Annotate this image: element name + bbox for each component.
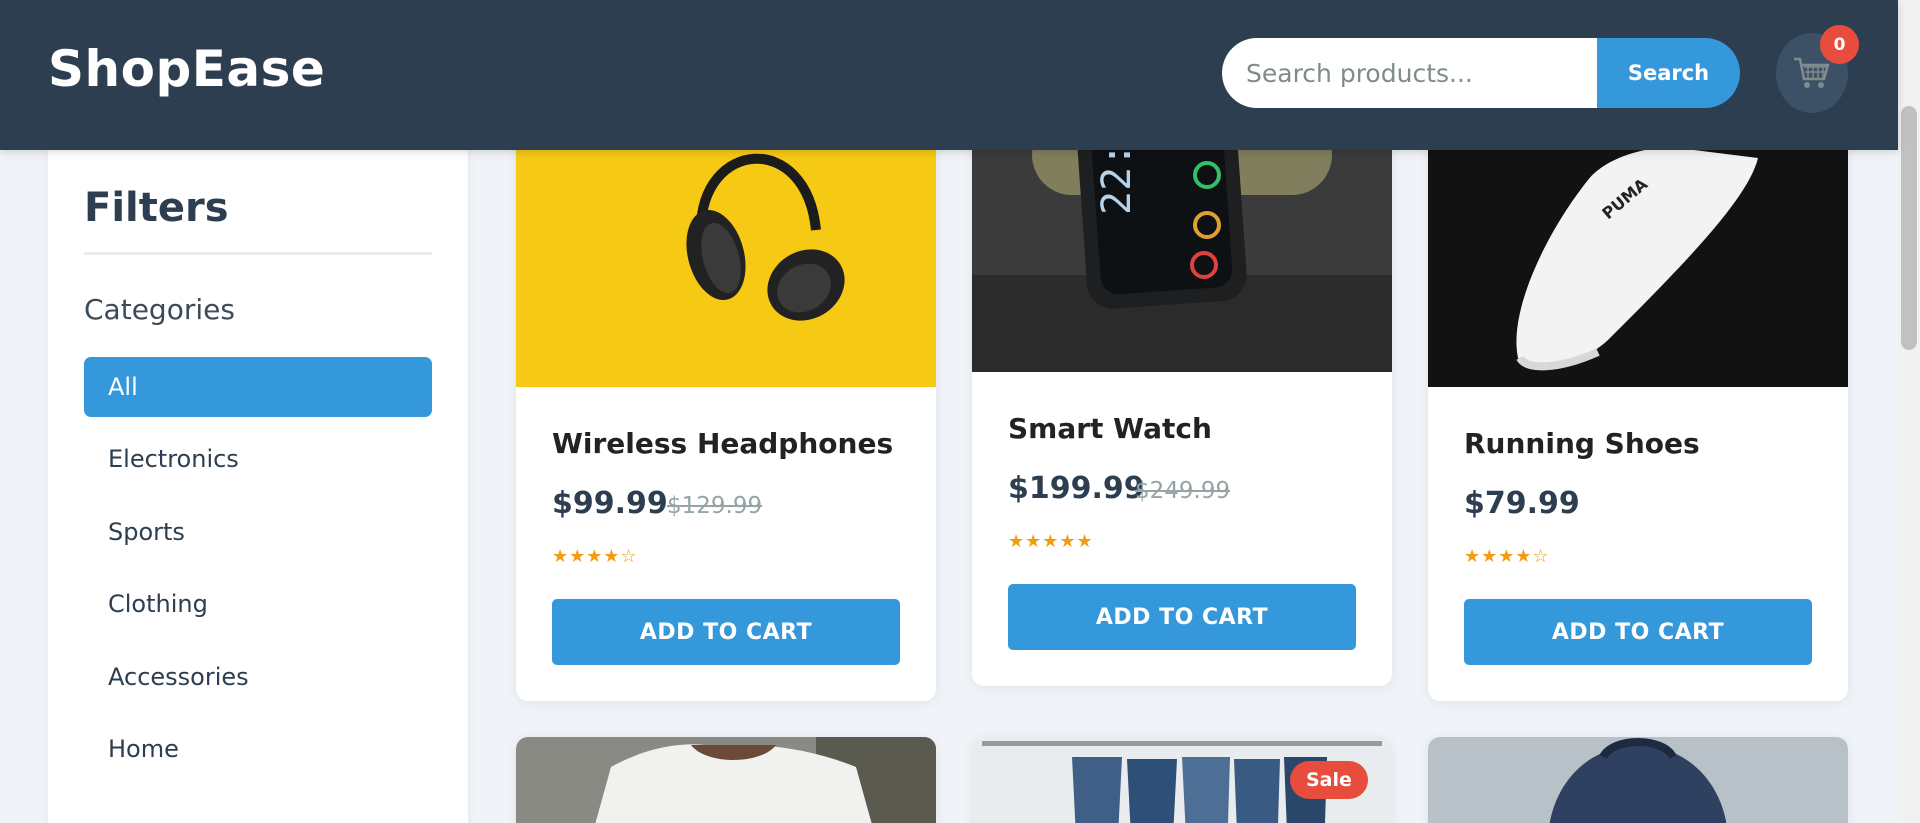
add-to-cart-button[interactable]: ADD TO CART	[1008, 584, 1356, 650]
product-card[interactable]: Sale	[972, 737, 1392, 823]
category-sports[interactable]: Sports	[84, 502, 432, 562]
divider	[84, 252, 432, 255]
product-card[interactable]: Wireless Headphones $99.99 $129.99 ★★★★☆…	[516, 100, 936, 701]
category-clothing[interactable]: Clothing	[84, 574, 432, 634]
product-price: $79.99	[1464, 486, 1580, 521]
product-old-price: $249.99	[1135, 478, 1231, 504]
category-home[interactable]: Home	[84, 719, 432, 779]
search-button[interactable]: Search	[1597, 38, 1740, 108]
scrollbar-thumb[interactable]	[1901, 106, 1917, 350]
brand-logo[interactable]: ShopEase	[48, 40, 325, 98]
category-all[interactable]: All	[84, 357, 432, 417]
product-name[interactable]: Wireless Headphones	[552, 427, 893, 460]
filters-sidebar: Filters Categories All Electronics Sport…	[48, 110, 468, 823]
top-header: ShopEase Search 0	[0, 0, 1898, 150]
sale-badge: Sale	[1290, 761, 1368, 799]
category-electronics[interactable]: Electronics	[84, 429, 432, 489]
product-price: $199.99	[1008, 471, 1145, 506]
filters-title: Filters	[84, 185, 229, 231]
add-to-cart-button[interactable]: ADD TO CART	[1464, 599, 1812, 665]
product-price: $99.99	[552, 486, 668, 521]
product-card[interactable]: 22:52 Smart Watch $199.99 $249.99 ★★★★★ …	[972, 85, 1392, 686]
rating-stars: ★★★★☆	[1464, 546, 1550, 567]
search-input[interactable]	[1222, 38, 1597, 108]
product-name[interactable]: Smart Watch	[1008, 412, 1212, 445]
product-card[interactable]	[516, 737, 936, 823]
search-bar: Search	[1222, 38, 1740, 108]
tshirt-image	[516, 737, 936, 823]
category-accessories[interactable]: Accessories	[84, 647, 432, 707]
product-old-price: $129.99	[667, 493, 763, 519]
backpack-image	[1428, 737, 1848, 823]
rating-stars: ★★★★★	[1008, 531, 1094, 552]
cart-icon	[1794, 57, 1830, 88]
product-name[interactable]: Running Shoes	[1464, 427, 1700, 460]
categories-title: Categories	[84, 293, 235, 326]
add-to-cart-button[interactable]: ADD TO CART	[552, 599, 900, 665]
rating-stars: ★★★★☆	[552, 546, 638, 567]
product-card[interactable]: PUMA Running Shoes $79.99 ★★★★☆ ADD TO C…	[1428, 100, 1848, 701]
cart-count-badge: 0	[1820, 25, 1859, 64]
product-card[interactable]	[1428, 737, 1848, 823]
